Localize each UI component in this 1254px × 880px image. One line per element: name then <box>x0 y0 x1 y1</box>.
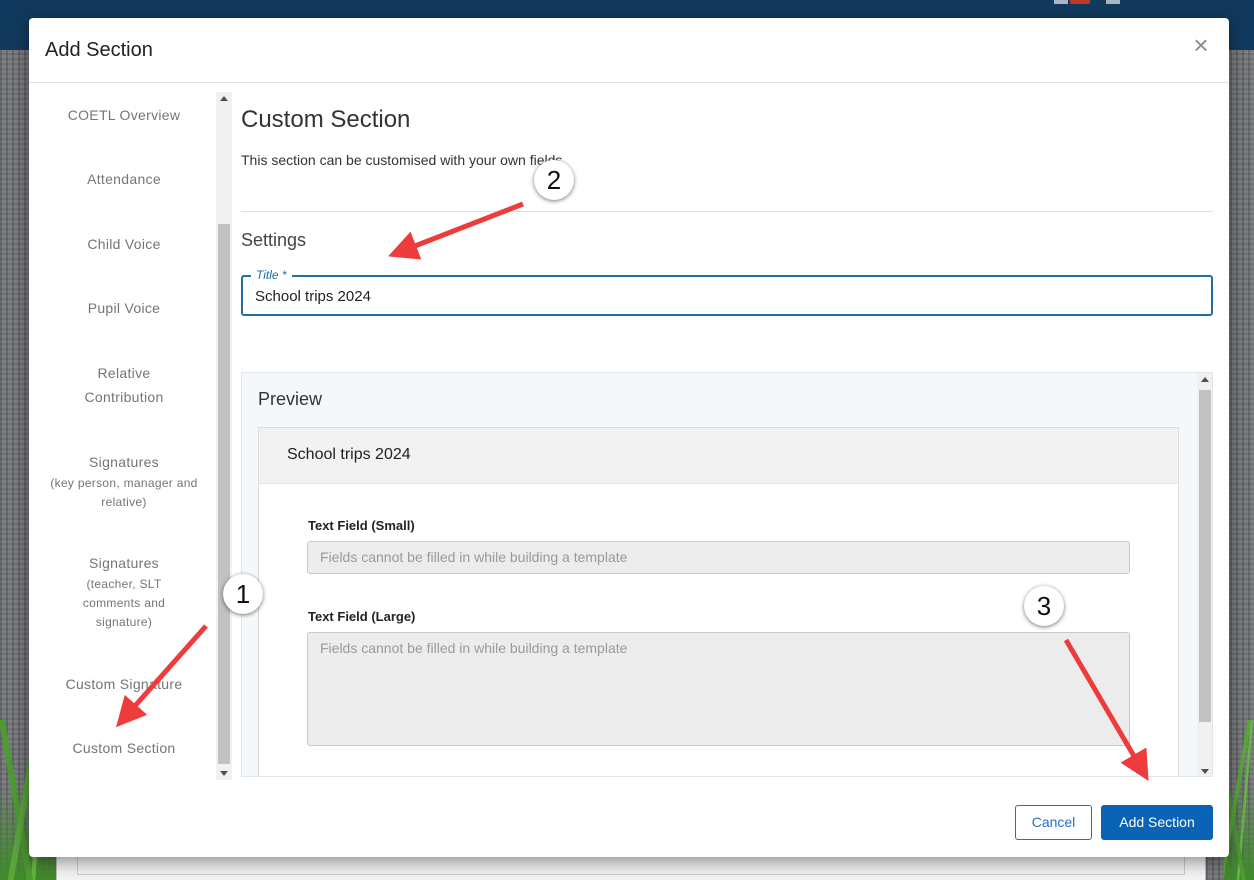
add-section-button[interactable]: Add Section <box>1101 805 1213 840</box>
scrollbar-thumb[interactable] <box>1199 390 1211 722</box>
sidebar-item-label: Child Voice <box>87 236 161 252</box>
sidebar-item-custom-signature[interactable]: Custom Signature <box>49 672 199 696</box>
sidebar-scrollbar[interactable] <box>216 92 232 780</box>
sidebar-item-coetl-overview[interactable]: COETL Overview <box>49 103 199 127</box>
sidebar-item-relative-contribution[interactable]: Relative Contribution <box>59 361 189 409</box>
sidebar-item-label: Pupil Voice <box>87 300 161 316</box>
annotation-badge-3: 3 <box>1024 586 1064 626</box>
user-icon[interactable] <box>1106 0 1120 4</box>
annotation-badge-1: 1 <box>223 574 263 614</box>
annotation-badge-2: 2 <box>534 160 574 200</box>
sidebar-item-sublabel: (teacher, SLT comments and signature) <box>82 577 166 629</box>
sidebar-item-custom-section[interactable]: Custom Section <box>49 736 199 760</box>
sidebar-item-label: COETL Overview <box>67 107 181 123</box>
sidebar-item-label: Signatures <box>89 555 159 571</box>
preview-scrollbar[interactable] <box>1197 373 1212 776</box>
sidebar-item-pupil-voice[interactable]: Pupil Voice <box>49 296 199 320</box>
divider <box>241 211 1213 212</box>
title-field-label: Title * <box>251 268 292 282</box>
title-field[interactable]: Title * <box>241 268 1213 316</box>
scrollbar-thumb[interactable] <box>218 224 230 764</box>
section-heading: Custom Section <box>241 106 411 133</box>
text-field-small-preview: Fields cannot be filled in while buildin… <box>307 541 1130 574</box>
preview-panel: Preview School trips 2024 Text Field (Sm… <box>241 372 1213 777</box>
preview-heading: Preview <box>258 389 323 409</box>
modal-title: Add Section <box>45 39 153 61</box>
sidebar-item-label: Custom Signature <box>65 676 183 692</box>
notification-badge <box>1070 0 1090 4</box>
sidebar-item-label: Attendance <box>87 171 161 187</box>
section-type-sidebar: COETL Overview Attendance Child Voice Pu… <box>29 90 217 780</box>
preview-card-header: School trips 2024 <box>259 428 1178 484</box>
title-input[interactable] <box>255 286 1155 306</box>
scroll-up-arrow-icon[interactable] <box>220 96 228 101</box>
field-label-text-small: Text Field (Small) <box>308 518 415 533</box>
sidebar-item-sublabel: (key person, manager and relative) <box>50 476 198 509</box>
settings-heading: Settings <box>241 230 307 250</box>
sidebar-item-label: Signatures <box>89 454 159 470</box>
sidebar-item-signatures-teacher[interactable]: Signatures (teacher, SLT comments and si… <box>69 551 179 632</box>
text-field-large-preview: Fields cannot be filled in while buildin… <box>307 632 1130 746</box>
sidebar-item-label: Custom Section <box>72 740 176 756</box>
scroll-down-arrow-icon[interactable] <box>1201 769 1209 774</box>
modal-header: Add Section × <box>29 18 1229 83</box>
sidebar-item-child-voice[interactable]: Child Voice <box>49 232 199 256</box>
close-icon[interactable]: × <box>1191 32 1211 58</box>
scroll-down-arrow-icon[interactable] <box>220 771 228 776</box>
sidebar-item-signatures-key-person[interactable]: Signatures (key person, manager and rela… <box>49 450 199 512</box>
cancel-button[interactable]: Cancel <box>1015 805 1092 840</box>
section-description: This section can be customised with your… <box>241 152 563 168</box>
sidebar-item-attendance[interactable]: Attendance <box>49 167 199 191</box>
sidebar-item-label: Relative Contribution <box>84 365 164 405</box>
preview-card-title: School trips 2024 <box>287 446 411 463</box>
scroll-up-arrow-icon[interactable] <box>1201 377 1209 382</box>
add-section-modal: Add Section × COETL Overview Attendance … <box>29 18 1229 857</box>
field-label-text-large: Text Field (Large) <box>308 609 416 624</box>
notification-bell-icon[interactable] <box>1054 0 1068 4</box>
